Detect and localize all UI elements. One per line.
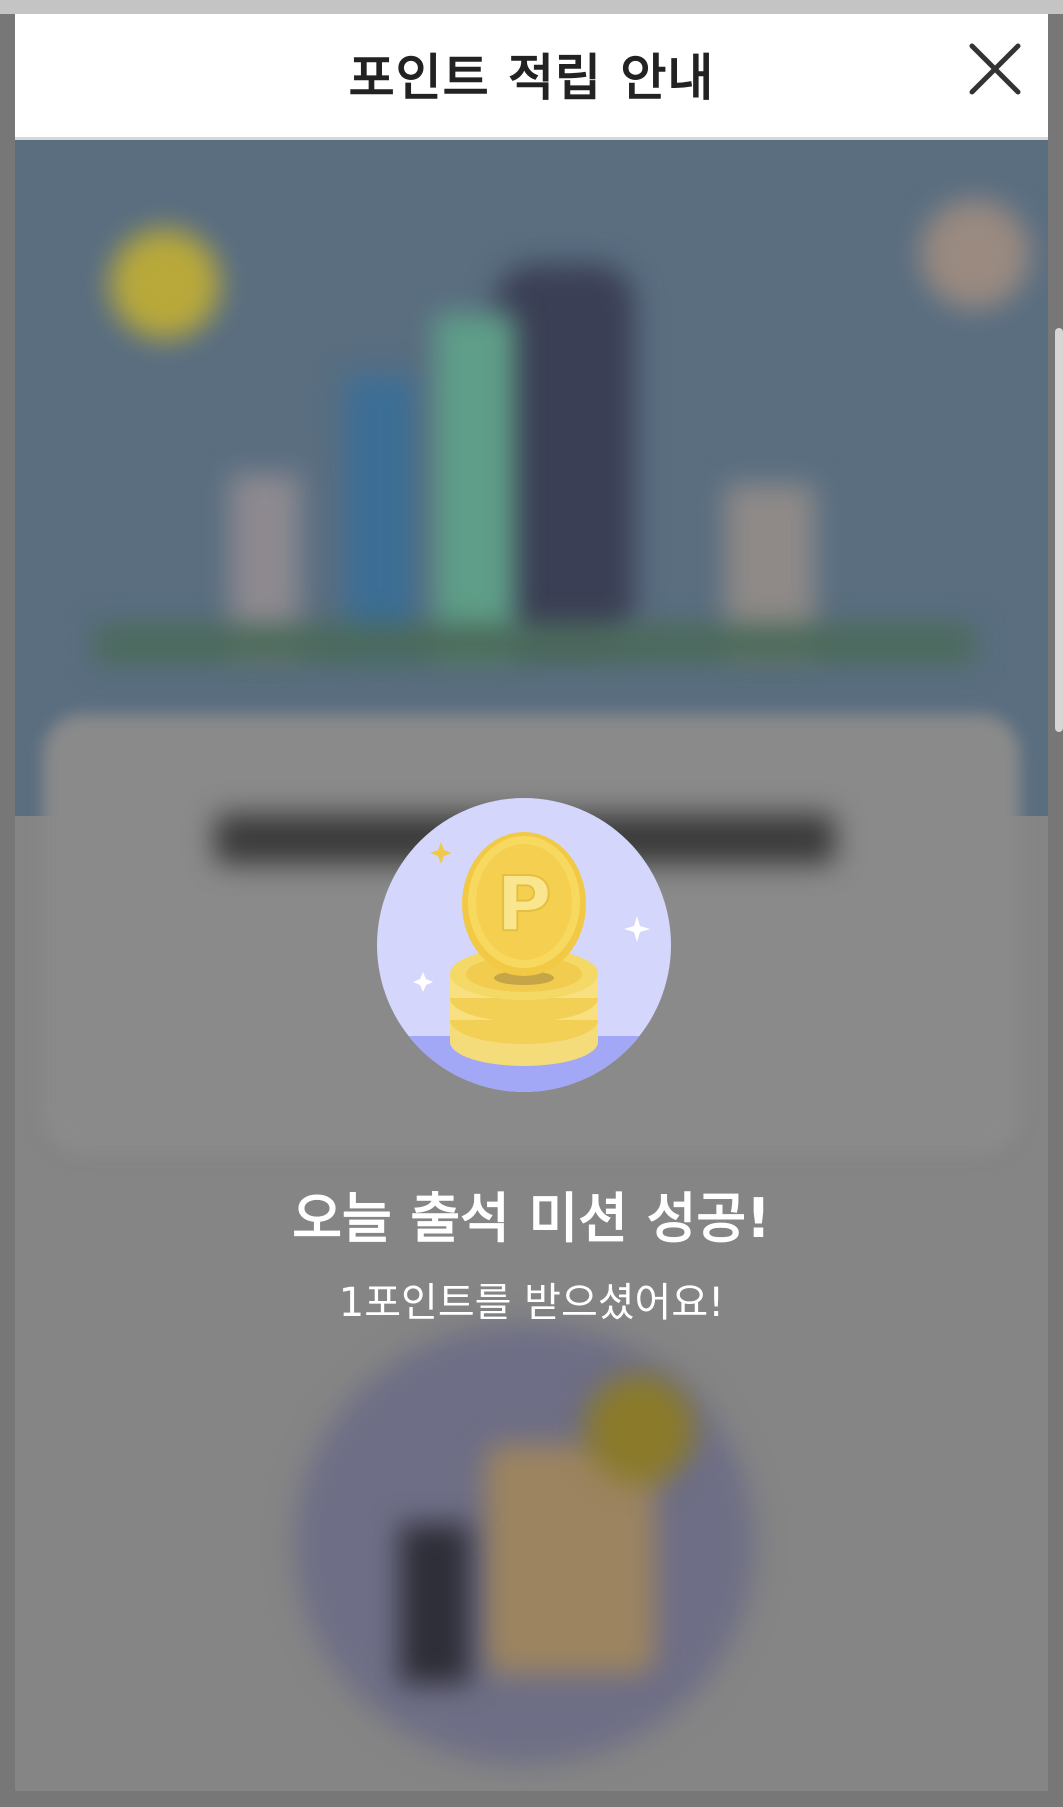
background-moon	[920, 199, 1030, 309]
modal-header: 포인트 적립 안내	[15, 14, 1048, 140]
background-coin	[585, 1374, 695, 1484]
background-sun	[110, 229, 220, 339]
background-ground	[95, 624, 975, 664]
success-title: 오늘 출석 미션 성공!	[292, 1187, 771, 1250]
scrollbar[interactable]	[1055, 328, 1063, 732]
point-modal: 포인트 적립 안내 P 오늘 출석 미션 성공! 1포인트를 받으셨어요!	[15, 14, 1048, 1791]
status-strip	[0, 0, 1063, 14]
app-frame: 포인트 적립 안내 P 오늘 출석 미션 성공! 1포인트를 받으셨어요!	[0, 0, 1063, 1807]
modal-title: 포인트 적립 안내	[348, 49, 715, 107]
close-icon	[969, 43, 1021, 95]
background-building	[345, 374, 415, 654]
success-subtitle: 1포인트를 받으셨어요!	[338, 1280, 725, 1326]
background-building	[435, 314, 515, 654]
point-coin-icon: P	[377, 798, 671, 1092]
background-runner	[495, 264, 635, 644]
background-cuff	[400, 1524, 470, 1684]
close-button[interactable]	[968, 42, 1022, 96]
svg-text:P: P	[496, 859, 552, 948]
